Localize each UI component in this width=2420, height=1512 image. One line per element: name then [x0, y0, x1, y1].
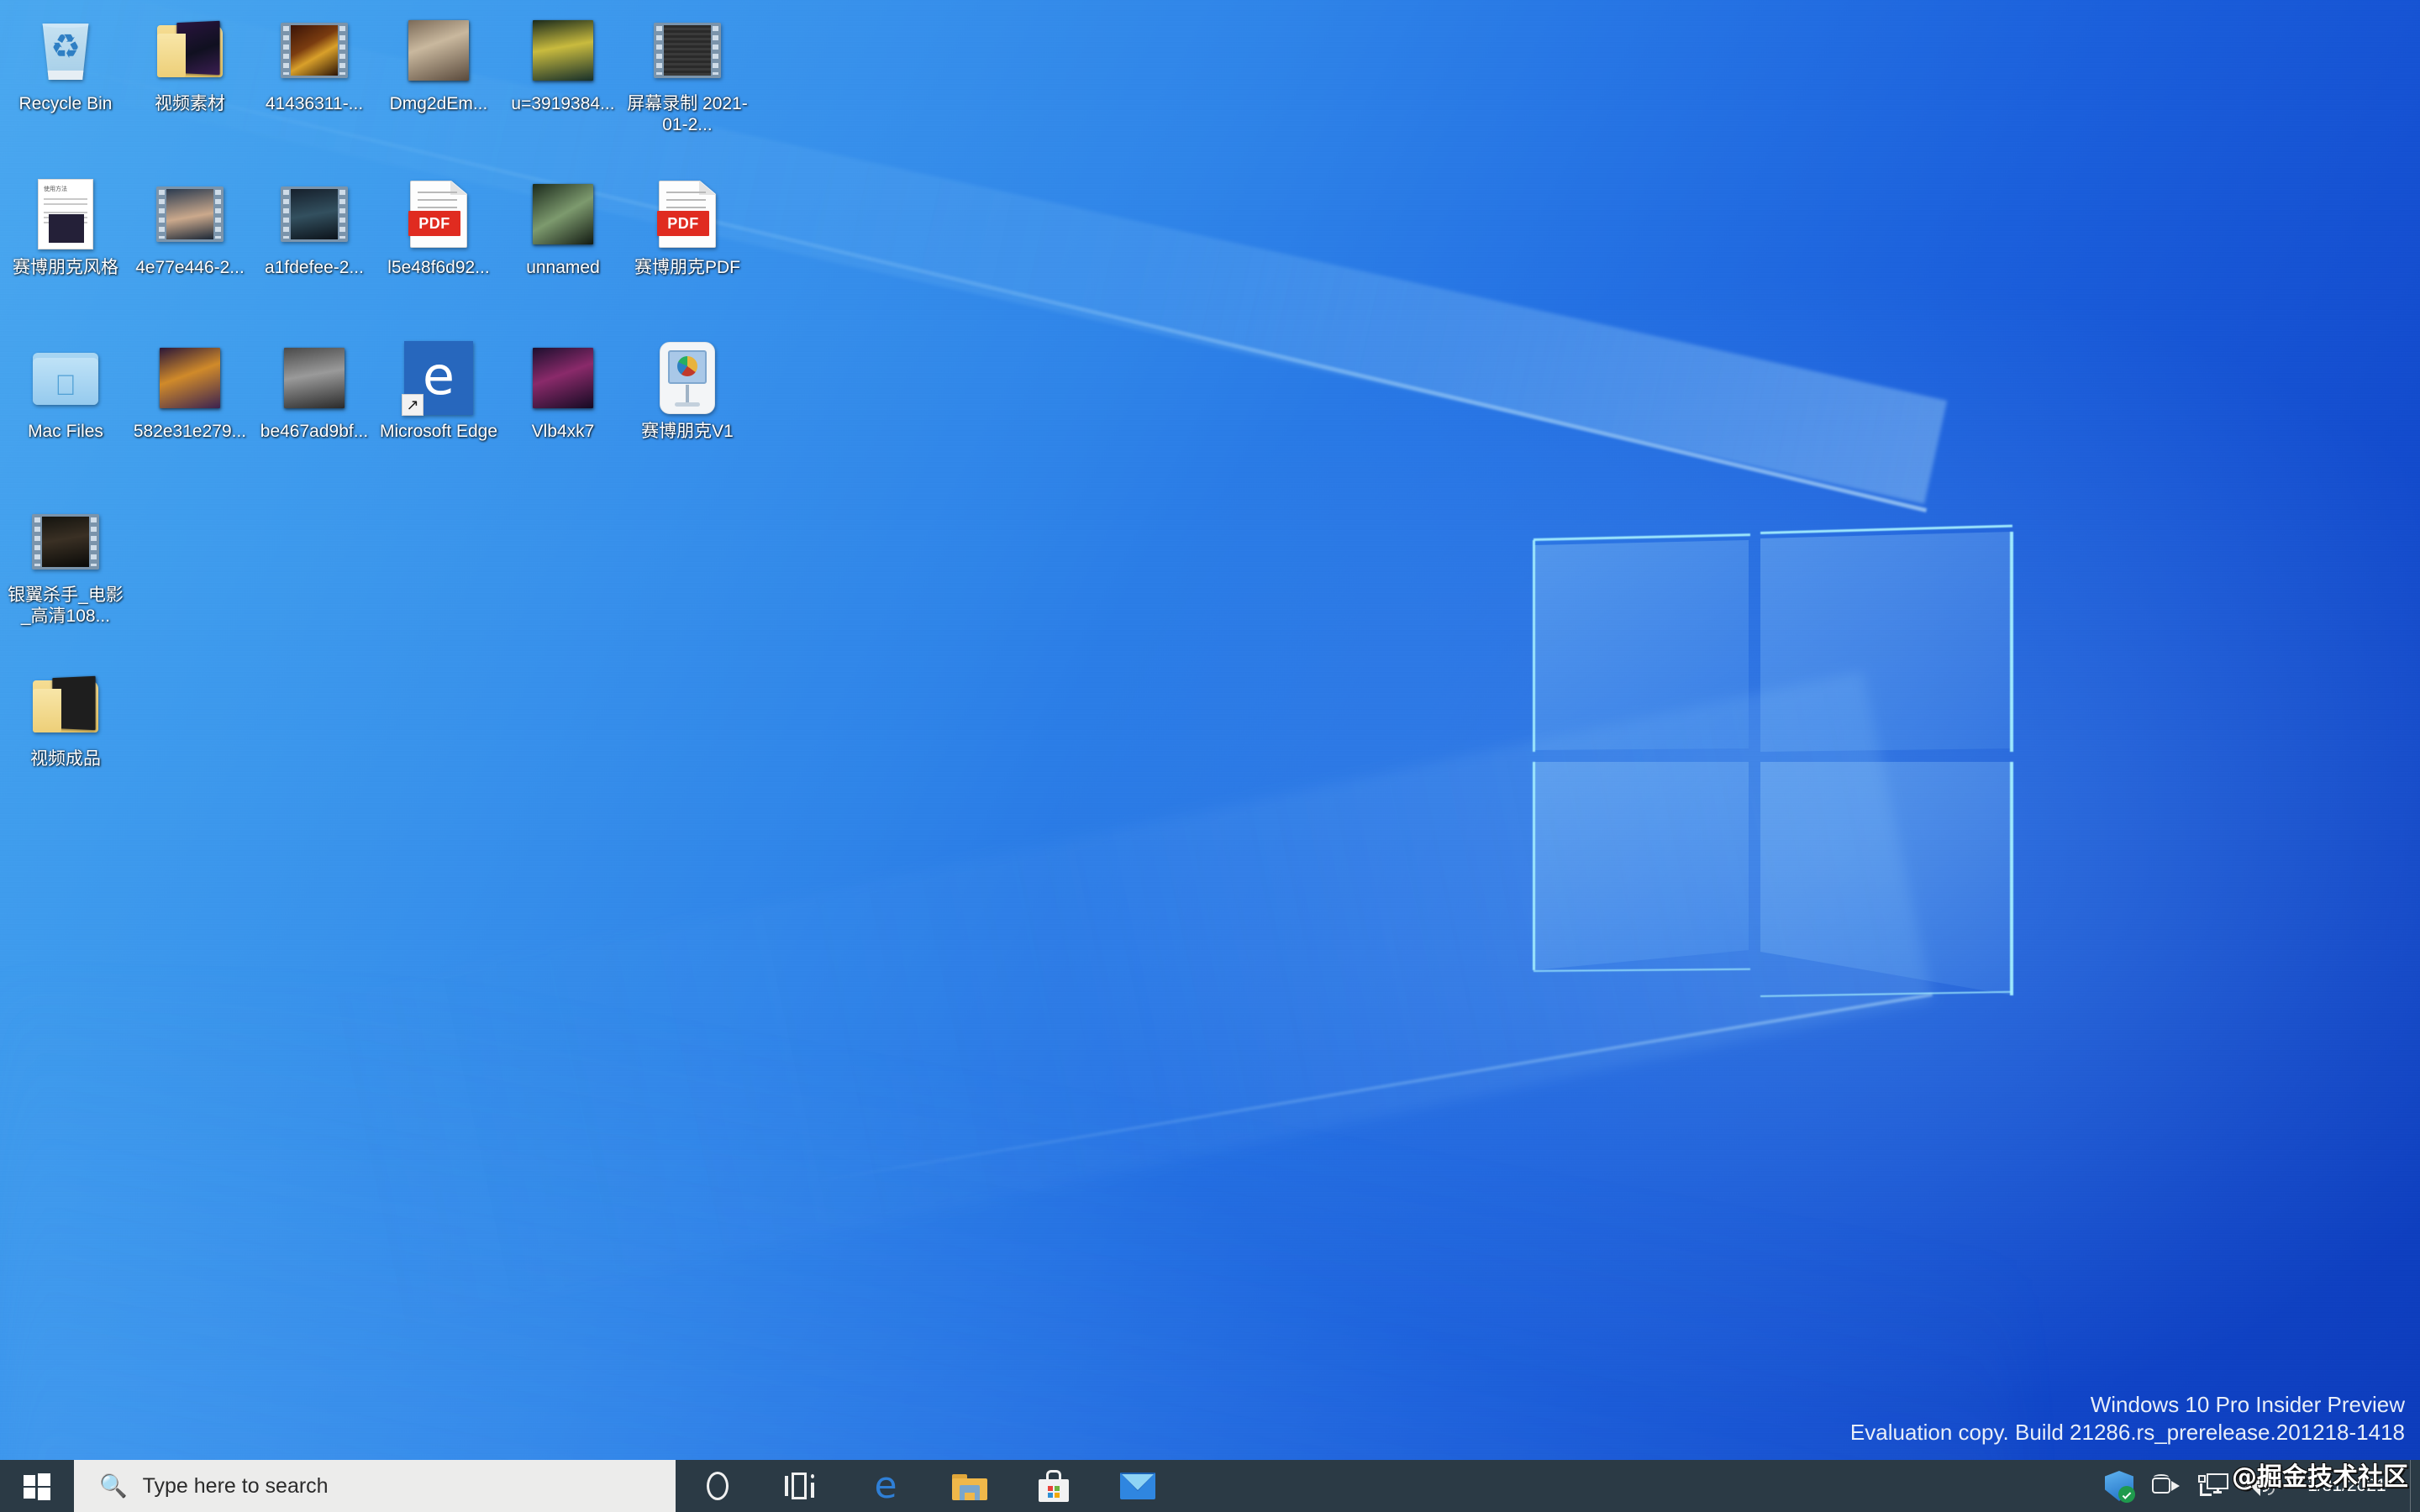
- desktop-icon-label: Dmg2dEm...: [389, 94, 488, 113]
- desktop-icon-img-582e31e279[interactable]: 582e31e279...: [128, 331, 252, 442]
- taskbar-button-microsoft-store[interactable]: [1012, 1460, 1096, 1512]
- cortana-circle-icon: [707, 1472, 729, 1500]
- film-a-icon: [277, 13, 351, 87]
- desktop-icon-label: 赛博朋克V1: [641, 422, 734, 441]
- desktop-icon-label: 赛博朋克风格: [13, 258, 118, 277]
- taskbar: 🔍 Type here to search e 1/31/2021 @掘金技术社…: [0, 1460, 2420, 1512]
- camera-icon: [2152, 1474, 2181, 1498]
- desktop-icon-label: 582e31e279...: [133, 422, 247, 441]
- desktop-icon-label: 屏幕录制 2021-01-2...: [627, 94, 748, 134]
- desktop-icon-label: Recycle Bin: [18, 94, 113, 113]
- desktop-icon-cyberpunk-pdf[interactable]: PDF 赛博朋克PDF: [625, 167, 750, 278]
- desktop-icon-clip-4e77e446[interactable]: 4e77e446-2...: [128, 167, 252, 278]
- edge-icon: e: [874, 1464, 897, 1507]
- photo-a-icon: [402, 13, 476, 87]
- taskbar-button-file-explorer[interactable]: [928, 1460, 1012, 1512]
- taskbar-button-task-view[interactable]: [760, 1460, 844, 1512]
- desktop-icon-label: 银翼杀手_电影_高清108...: [8, 585, 124, 626]
- desktop-icon-clip-a1fdefee[interactable]: a1fdefee-2...: [252, 167, 376, 278]
- folder-icon: [153, 13, 227, 87]
- photo-f-icon: [526, 341, 600, 415]
- desktop-icon-clip-41436311[interactable]: 41436311-...: [252, 3, 376, 114]
- desktop-icon-video-output[interactable]: 视频成品: [3, 659, 128, 769]
- folder-icon: [952, 1472, 987, 1500]
- store-bag-icon: [1039, 1470, 1069, 1502]
- pdf-icon: PDF: [650, 177, 724, 251]
- show-desktop-button[interactable]: [2410, 1460, 2420, 1512]
- desktop-icon-label: u=3919384...: [511, 94, 615, 113]
- tray-icon-windows-security[interactable]: [2096, 1471, 2143, 1503]
- taskbar-clock[interactable]: 1/31/2021: [2284, 1460, 2410, 1512]
- desktop-icon-label: 41436311-...: [265, 94, 364, 113]
- film-b-icon: [650, 13, 724, 87]
- photo-b-icon: [526, 13, 600, 87]
- film-d-icon: [277, 177, 351, 251]
- taskbar-button-mail[interactable]: [1096, 1460, 1180, 1512]
- film-c-icon: [153, 177, 227, 251]
- recycle-icon: [29, 13, 103, 87]
- desktop-icon-u-3919384[interactable]: u=3919384...: [501, 3, 625, 114]
- desktop-icon-vib4xk7[interactable]: Vlb4xk7: [501, 331, 625, 442]
- desktop-icon-label: 赛博朋克PDF: [634, 258, 740, 277]
- desktop-icon-label: unnamed: [526, 258, 600, 277]
- desktop-icon-cyberpunk-v1[interactable]: 赛博朋克V1: [625, 331, 750, 442]
- desktop-icon-label: Microsoft Edge: [379, 422, 498, 441]
- desktop-icon-label: Vlb4xk7: [531, 422, 595, 441]
- desktop-icon-mac-files[interactable]:  Mac Files: [3, 331, 128, 442]
- desktop-icon-label: 视频成品: [30, 749, 101, 769]
- edge-icon: e ↗: [402, 341, 476, 416]
- film-e-icon: [29, 505, 103, 579]
- folder-code-icon: [29, 669, 103, 743]
- desktop-icon-label: Mac Files: [28, 422, 103, 441]
- tray-icon-camera[interactable]: [2143, 1474, 2190, 1498]
- tray-icon-volume[interactable]: [2237, 1474, 2284, 1498]
- desktop-icon-cyberpunk-style-doc[interactable]: 使用方法 赛博朋克风格: [3, 167, 128, 278]
- network-monitor-icon: [2198, 1473, 2228, 1499]
- mail-envelope-icon: [1120, 1473, 1155, 1499]
- start-button[interactable]: [0, 1460, 74, 1512]
- desktop-icon-label: be467ad9bf...: [260, 422, 369, 441]
- taskbar-button-microsoft-edge[interactable]: e: [844, 1460, 928, 1512]
- pdf-icon: PDF: [402, 177, 476, 251]
- photo-d-icon: [153, 341, 227, 415]
- photo-c-icon: [526, 177, 600, 251]
- desktop-icon-pdf-l5e48f6d92[interactable]: PDF l5e48f6d92...: [376, 167, 501, 278]
- keynote-icon: [650, 341, 724, 415]
- search-icon: 🔍: [99, 1473, 128, 1499]
- speaker-icon: [2245, 1474, 2275, 1498]
- desktop-icon-blade-runner-movie[interactable]: 银翼杀手_电影_高清108...: [3, 495, 128, 627]
- doc-icon: 使用方法: [29, 177, 103, 251]
- task-view-icon: [785, 1473, 818, 1499]
- clock-date: 1/31/2021: [2307, 1476, 2386, 1495]
- desktop-icon-label: a1fdefee-2...: [265, 258, 364, 277]
- photo-e-icon: [277, 341, 351, 415]
- desktop-icon-screen-recording[interactable]: 屏幕录制 2021-01-2...: [625, 3, 750, 135]
- shield-check-icon: [2105, 1471, 2135, 1503]
- desktop-icon-microsoft-edge[interactable]: e ↗ Microsoft Edge: [376, 331, 501, 442]
- desktop-icon-label: l5e48f6d92...: [387, 258, 490, 277]
- windows-logo-icon: [24, 1473, 50, 1500]
- desktop-icon-video-materials[interactable]: 视频素材: [128, 3, 252, 114]
- desktop-icon-grid: Recycle Bin 视频素材 41436311-... Dmg2dEm... u…: [0, 0, 2420, 1460]
- desktop-icon-label: 4e77e446-2...: [135, 258, 245, 277]
- mac-folder-icon: : [29, 341, 103, 415]
- tray-icon-network[interactable]: [2190, 1473, 2237, 1499]
- search-input[interactable]: Type here to search: [143, 1474, 329, 1499]
- desktop-icon-unnamed[interactable]: unnamed: [501, 167, 625, 278]
- search-box[interactable]: 🔍 Type here to search: [74, 1460, 676, 1512]
- desktop-icon-dmg2dem[interactable]: Dmg2dEm...: [376, 3, 501, 114]
- taskbar-button-cortana[interactable]: [676, 1460, 760, 1512]
- desktop-icon-label: 视频素材: [155, 94, 225, 113]
- desktop-icon-Recycle Bin[interactable]: Recycle Bin: [3, 3, 128, 114]
- desktop-icon-img-be467ad9bf[interactable]: be467ad9bf...: [252, 331, 376, 442]
- system-tray: 1/31/2021 @掘金技术社区: [2096, 1460, 2420, 1512]
